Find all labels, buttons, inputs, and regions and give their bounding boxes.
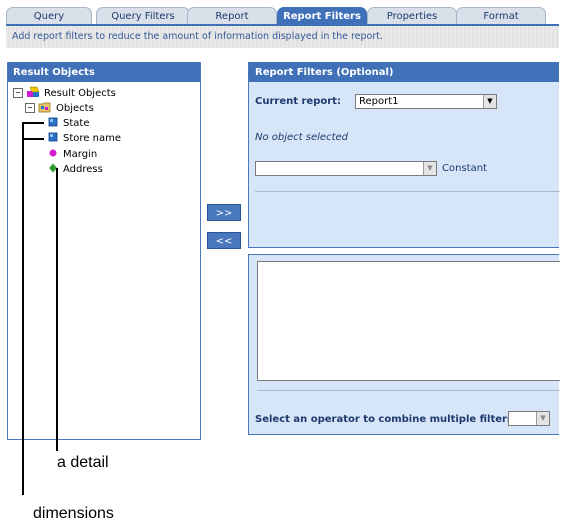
operator-select[interactable]: ▼ xyxy=(255,161,437,176)
dropdown-arrow-icon[interactable]: ▼ xyxy=(536,412,549,425)
dimensions-callout-line xyxy=(22,122,24,495)
tab-report[interactable]: Report xyxy=(187,7,277,24)
tree-item-label: Address xyxy=(63,163,103,175)
filter-list-box[interactable] xyxy=(257,261,560,381)
dropdown-arrow-icon[interactable]: ▼ xyxy=(483,95,496,108)
tab-report-filters[interactable]: Report Filters xyxy=(277,7,367,24)
tab-bar: Query Query Filters Report Report Filter… xyxy=(6,7,546,24)
dimensions-annotation: dimensions xyxy=(33,505,114,522)
constant-label: Constant xyxy=(442,163,487,174)
result-objects-title: Result Objects xyxy=(8,63,200,82)
tab-properties[interactable]: Properties xyxy=(367,7,457,24)
filter-list-panel: Select an operator to combine multiple f… xyxy=(248,254,560,435)
dimensions-callout-tick xyxy=(22,138,44,140)
current-report-select[interactable]: Report1 ▼ xyxy=(355,94,497,109)
tree-folder-label: Objects xyxy=(56,102,94,114)
remove-filter-button[interactable]: << xyxy=(207,232,241,249)
result-objects-icon xyxy=(26,86,40,101)
tree-item-store-name[interactable]: Store name xyxy=(47,131,121,145)
tree-folder-objects[interactable]: − Objects xyxy=(25,101,94,115)
current-report-label: Current report: xyxy=(255,96,341,107)
dimensions-callout-tick xyxy=(22,122,44,124)
tab-query-filters[interactable]: Query Filters xyxy=(96,7,190,24)
divider xyxy=(255,191,560,192)
tree-item-state[interactable]: State xyxy=(47,116,89,130)
current-report-value: Report1 xyxy=(359,96,399,107)
combine-operator-select[interactable]: ▼ xyxy=(508,411,550,426)
combine-operator-label: Select an operator to combine multiple f… xyxy=(255,414,517,425)
folder-icon xyxy=(38,101,52,116)
add-filter-button[interactable]: >> xyxy=(207,204,241,221)
divider xyxy=(257,390,560,391)
tab-format[interactable]: Format xyxy=(456,7,546,24)
collapse-icon[interactable]: − xyxy=(13,88,23,98)
dropdown-arrow-icon[interactable]: ▼ xyxy=(423,162,436,175)
tree-item-label: Margin xyxy=(63,148,98,160)
no-object-text: No object selected xyxy=(255,132,348,143)
measure-icon xyxy=(47,147,59,162)
tab-query[interactable]: Query xyxy=(6,7,92,24)
report-filters-title: Report Filters (Optional) xyxy=(249,63,559,82)
tree-root-label: Result Objects xyxy=(44,87,116,99)
tree-item-margin[interactable]: Margin xyxy=(47,147,97,161)
dimension-icon xyxy=(47,116,59,131)
result-objects-panel: Result Objects − Result Objects − Object… xyxy=(7,62,201,440)
detail-callout-line xyxy=(56,168,58,451)
collapse-icon[interactable]: − xyxy=(25,103,35,113)
detail-annotation: a detail xyxy=(57,454,109,471)
report-filters-panel: Report Filters (Optional) Current report… xyxy=(248,62,560,248)
tree-root[interactable]: − Result Objects xyxy=(13,86,116,100)
tree-item-label: Store name xyxy=(63,132,121,144)
hint-text: Add report filters to reduce the amount … xyxy=(6,26,559,48)
tree-item-label: State xyxy=(63,117,90,129)
dimension-icon xyxy=(47,131,59,146)
